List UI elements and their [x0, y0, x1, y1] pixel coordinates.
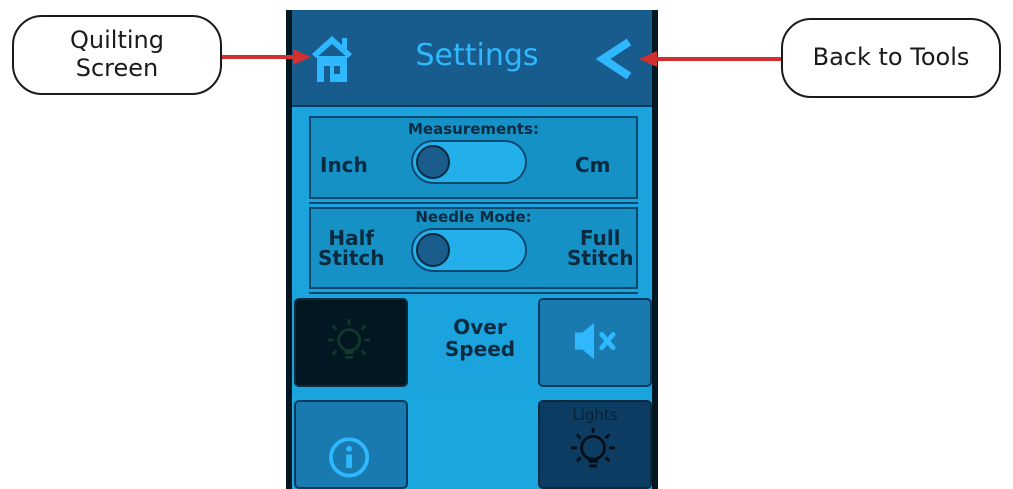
back-to-tools-arrow	[639, 51, 781, 67]
callout-arrows	[222, 49, 781, 67]
quilting-screen-arrow	[222, 49, 311, 65]
